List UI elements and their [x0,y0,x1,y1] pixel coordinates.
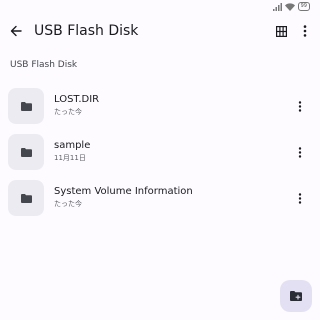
app-bar: USB Flash Disk [0,14,320,48]
file-row-system-volume-information[interactable]: System Volume Information たった今 [0,180,320,222]
folder-icon [20,101,32,111]
file-name: LOST.DIR [54,94,100,105]
status-bar: 99 [0,0,320,14]
folder-icon [20,193,32,203]
grid-view-icon[interactable] [272,22,290,40]
file-manager-screen: 99 USB Flash Disk USB Flash Disk LOST.DI… [0,0,320,320]
app-title: USB Flash Disk [34,23,139,39]
status-icons: 99 [272,2,310,11]
more-vert-icon[interactable] [296,22,314,40]
folder-tile [8,134,44,170]
folder-tile [8,180,44,216]
folder-tile [8,88,44,124]
more-vert-icon[interactable] [292,144,308,160]
more-vert-icon[interactable] [292,190,308,206]
file-name: sample [54,140,91,151]
new-folder-fab[interactable] [280,280,312,312]
breadcrumb[interactable]: USB Flash Disk [10,59,77,71]
back-arrow-icon[interactable] [6,21,26,41]
more-vert-icon[interactable] [292,98,308,114]
file-row-sample[interactable]: sample 11月11日 [0,134,320,176]
new-folder-icon [290,291,302,301]
file-modified: たった今 [54,108,82,116]
file-modified: 11月11日 [54,154,86,162]
wifi-icon [284,2,295,11]
battery-icon: 99 [297,2,310,11]
folder-icon [20,147,32,157]
file-modified: たった今 [54,200,82,208]
file-name: System Volume Information [54,186,193,197]
file-row-lost-dir[interactable]: LOST.DIR たった今 [0,88,320,130]
signal-icon [272,2,282,11]
